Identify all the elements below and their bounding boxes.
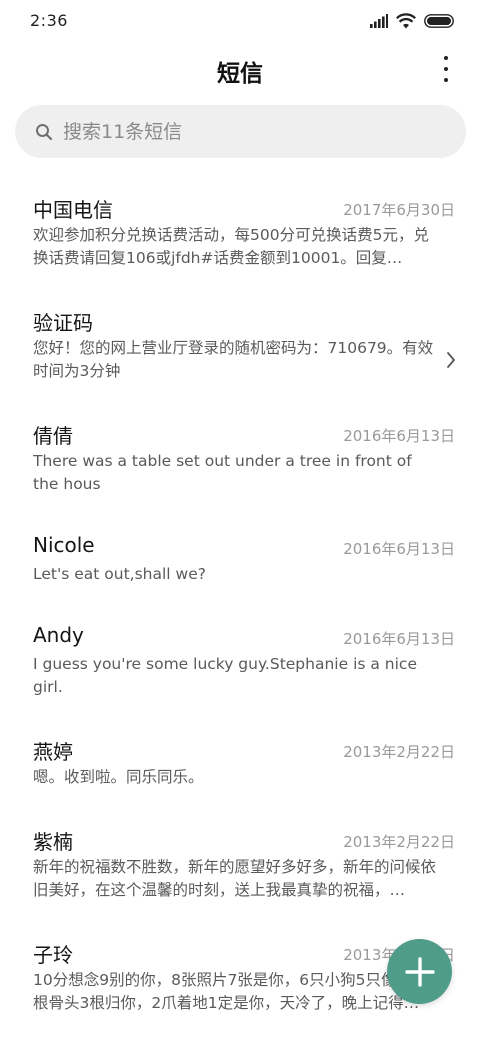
message-item[interactable]: 验证码 您好！您的网上营业厅登录的随机密码为：710679。有效时间为3分钟 <box>0 293 480 401</box>
status-time: 2:36 <box>30 11 68 30</box>
search-icon <box>36 123 53 140</box>
message-item[interactable]: 倩倩 2016年6月13日 There was a table set out … <box>0 406 480 514</box>
message-preview: Let's eat out,shall we? <box>33 565 206 583</box>
plus-icon <box>404 956 435 987</box>
message-date: 2013年2月22日 <box>343 833 455 851</box>
message-preview: There was a table set out under a tree i… <box>33 452 412 493</box>
message-preview: 嗯。收到啦。同乐同乐。 <box>33 768 204 786</box>
contact-name: 子玲 <box>33 943 73 967</box>
message-item[interactable]: Andy 2016年6月13日 I guess you're some luck… <box>0 609 480 717</box>
contact-name: 紫楠 <box>33 830 73 854</box>
search-input[interactable] <box>63 120 423 143</box>
battery-icon <box>424 14 454 28</box>
page-title: 短信 <box>217 61 263 87</box>
more-options-button[interactable] <box>440 56 452 82</box>
message-date: 2016年6月13日 <box>343 427 455 445</box>
status-icons <box>370 12 454 30</box>
header: 短信 <box>0 48 480 94</box>
message-preview: 新年的祝福数不胜数，新年的愿望好多好多，新年的问候依旧美好，在这个温馨的时刻，送… <box>33 858 437 899</box>
more-vertical-icon <box>444 56 448 60</box>
status-bar: 2:36 <box>0 0 480 42</box>
new-message-button[interactable] <box>387 939 452 1004</box>
contact-name: Andy <box>33 623 84 647</box>
chevron-right-icon[interactable] <box>446 351 456 369</box>
message-date: 2016年6月13日 <box>343 630 455 648</box>
contact-name: 中国电信 <box>33 198 113 222</box>
contact-name: 燕婷 <box>33 740 73 764</box>
contact-name: 倩倩 <box>33 424 73 448</box>
contact-name: Nicole <box>33 533 95 557</box>
message-item[interactable]: 中国电信 2017年6月30日 欢迎参加积分兑换话费活动，每500分可兑换话费5… <box>0 180 480 288</box>
signal-icon <box>370 14 388 28</box>
message-preview: 欢迎参加积分兑换话费活动，每500分可兑换话费5元，兑换话费请回复106或jfd… <box>33 226 429 267</box>
message-date: 2013年2月22日 <box>343 743 455 761</box>
wifi-icon <box>396 13 416 29</box>
contact-name: 验证码 <box>33 311 93 335</box>
search-bar[interactable] <box>15 105 466 158</box>
message-preview: 10分想念9别的你，8张照片7张是你，6只小狗5只像你，4根骨头3根归你，2爪着… <box>33 971 438 1012</box>
message-date: 2016年6月13日 <box>343 540 455 558</box>
messages-screen: 2:36 短信 搜索11条短信 中国电信 2017年6月30日 欢迎参加积分兑换… <box>0 0 480 1040</box>
message-preview: I guess you're some lucky guy.Stephanie … <box>33 655 417 696</box>
message-date: 2017年6月30日 <box>343 201 455 219</box>
message-item[interactable]: 紫楠 2013年2月22日 新年的祝福数不胜数，新年的愿望好多好多，新年的问候依… <box>0 812 480 920</box>
message-preview: 您好！您的网上营业厅登录的随机密码为：710679。有效时间为3分钟 <box>33 339 434 380</box>
